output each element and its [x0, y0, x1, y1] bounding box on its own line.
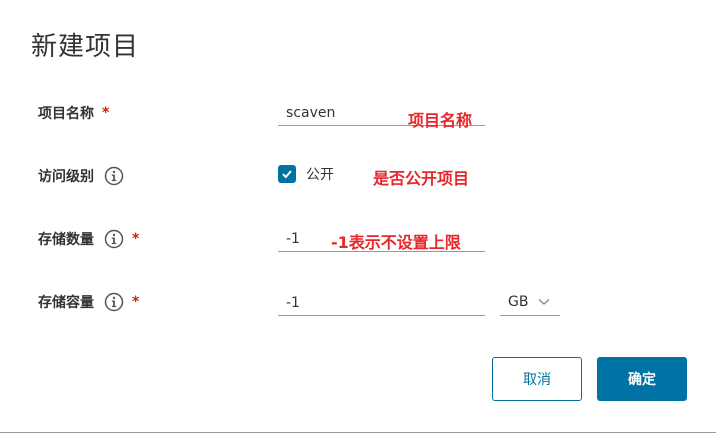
project-name-label-text: 项目名称 — [38, 106, 94, 122]
access-level-annotation: 是否公开项目 — [373, 169, 470, 188]
access-level-label-text: 访问级别 — [38, 169, 94, 185]
new-project-dialog: 新建项目 项目名称 * 项目名称 访问级别 公开 是否公开项目 存储数量 — [0, 0, 716, 433]
info-icon[interactable] — [104, 229, 124, 249]
chevron-down-icon — [538, 294, 550, 310]
project-name-annotation: 项目名称 — [408, 111, 473, 130]
ok-button[interactable]: 确定 — [597, 357, 687, 401]
storage-capacity-input[interactable] — [278, 290, 485, 316]
project-name-label: 项目名称 * — [38, 101, 109, 125]
dialog-title: 新建项目 — [31, 32, 140, 62]
storage-count-label-text: 存储数量 — [38, 232, 94, 248]
storage-capacity-label-text: 存储容量 — [38, 295, 94, 311]
public-checkbox[interactable] — [278, 165, 296, 183]
public-checkbox-group[interactable]: 公开 — [278, 163, 334, 185]
cancel-button[interactable]: 取消 — [492, 357, 582, 401]
info-icon[interactable] — [104, 166, 124, 186]
check-icon — [282, 170, 292, 179]
access-level-label: 访问级别 — [38, 164, 124, 188]
required-mark: * — [132, 231, 140, 247]
storage-capacity-label: 存储容量 * — [38, 290, 139, 314]
storage-unit-value: GB — [508, 294, 529, 310]
storage-count-label: 存储数量 * — [38, 227, 139, 251]
required-mark: * — [102, 105, 110, 121]
required-mark: * — [132, 294, 140, 310]
storage-count-annotation: -1表示不设置上限 — [331, 233, 461, 252]
public-checkbox-label[interactable]: 公开 — [306, 164, 334, 184]
info-icon[interactable] — [104, 292, 124, 312]
storage-unit-select[interactable]: GB — [500, 289, 560, 316]
